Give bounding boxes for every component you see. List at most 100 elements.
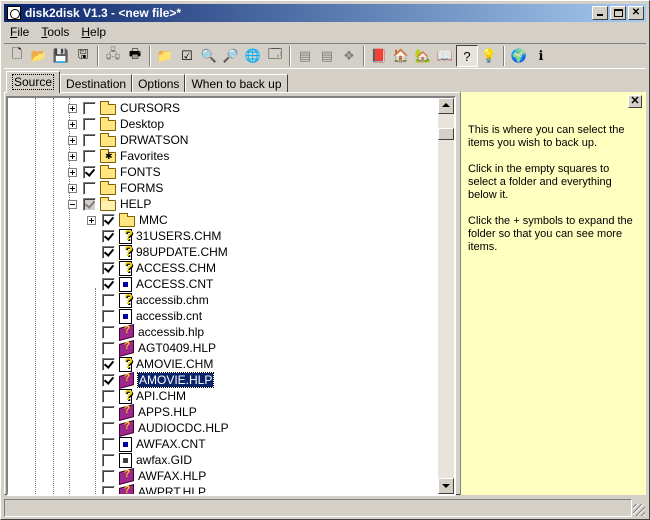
- tree-checkbox[interactable]: [102, 245, 115, 259]
- resize-grip[interactable]: [633, 504, 645, 516]
- disabled-button-2[interactable]: ▤: [316, 45, 338, 67]
- source-tree[interactable]: CURSORS Desktop DRWATSON ✱ Favorites FONTS FOR…: [6, 96, 456, 496]
- check-list-button[interactable]: ☑: [176, 45, 198, 67]
- maximize-button[interactable]: [610, 6, 626, 20]
- tab-when-to-back-up[interactable]: When to back up: [185, 74, 288, 93]
- tree-row[interactable]: AUDIOCDC.HLP: [87, 419, 229, 437]
- home-button[interactable]: 🏠: [390, 45, 412, 67]
- help-close-button[interactable]: ✕: [628, 95, 642, 108]
- tree-row[interactable]: accessib.chm: [87, 291, 209, 308]
- tree-row[interactable]: ACCESS.CHM: [87, 259, 216, 276]
- tree-row[interactable]: AWFAX.CNT: [87, 436, 206, 452]
- tree-row[interactable]: accessib.cnt: [87, 308, 202, 324]
- browse-folder-button[interactable]: 📁: [154, 45, 176, 67]
- tab-options[interactable]: Options: [132, 74, 186, 93]
- tree-checkbox[interactable]: [102, 357, 115, 371]
- close-button[interactable]: ✕: [628, 6, 644, 20]
- disabled-button-3[interactable]: ❖: [338, 45, 360, 67]
- tree-checkbox[interactable]: [102, 469, 115, 483]
- tree-row[interactable]: HELP: [68, 196, 151, 212]
- tree-row[interactable]: AMOVIE.CHM: [87, 355, 213, 372]
- tree-row[interactable]: accessib.hlp: [87, 323, 204, 341]
- tree-checkbox[interactable]: [102, 309, 115, 323]
- website-button[interactable]: 🌍: [508, 45, 530, 67]
- minimize-button[interactable]: [592, 6, 608, 20]
- tree-row[interactable]: FORMS: [68, 180, 163, 196]
- new-file-button[interactable]: 🗋: [6, 45, 28, 67]
- tree-checkbox[interactable]: [102, 437, 115, 451]
- network-button[interactable]: 🖧: [102, 45, 124, 67]
- find-next-button[interactable]: 🔎: [220, 45, 242, 67]
- tree-row[interactable]: AGT0409.HLP: [87, 339, 216, 357]
- tree-checkbox[interactable]: [102, 341, 115, 355]
- expand-icon[interactable]: [87, 215, 96, 225]
- tree-row[interactable]: APPS.HLP: [87, 403, 197, 421]
- tree-row[interactable]: API.CHM: [87, 387, 186, 404]
- tree-checkbox[interactable]: [102, 453, 115, 467]
- find-button[interactable]: 🔍: [198, 45, 220, 67]
- tree-checkbox[interactable]: [102, 229, 115, 243]
- tree-row[interactable]: AMOVIE.HLP: [87, 371, 215, 389]
- menu-file[interactable]: File: [4, 25, 35, 39]
- title-bar[interactable]: disk2disk V1.3 - <new file>* ✕: [4, 4, 646, 22]
- tree-row[interactable]: CURSORS: [68, 100, 180, 116]
- expand-icon[interactable]: [68, 103, 77, 113]
- open-button[interactable]: 📂: [28, 45, 50, 67]
- tree-checkbox[interactable]: [102, 325, 115, 339]
- tree-row[interactable]: ✱ Favorites: [68, 148, 169, 164]
- tree-row[interactable]: ACCESS.CNT: [87, 276, 213, 292]
- tree-checkbox[interactable]: [102, 373, 115, 387]
- tip-button[interactable]: 💡: [478, 45, 500, 67]
- expand-icon[interactable]: [68, 183, 77, 193]
- tree-checkbox[interactable]: [102, 277, 115, 291]
- tree-row[interactable]: FONTS: [68, 164, 161, 180]
- tree-row[interactable]: awfax.GID: [87, 452, 192, 468]
- app-icon[interactable]: [7, 6, 21, 20]
- tree-checkbox[interactable]: [83, 197, 96, 211]
- tree-checkbox[interactable]: [83, 165, 96, 179]
- collapse-icon[interactable]: [68, 199, 77, 209]
- web-button[interactable]: 🌐: [242, 45, 264, 67]
- tree-checkbox[interactable]: [83, 101, 96, 115]
- tree-row[interactable]: Desktop: [68, 116, 164, 132]
- tree-row[interactable]: 31USERS.CHM: [87, 227, 221, 244]
- scroll-down-button[interactable]: [438, 478, 454, 494]
- tree-checkbox[interactable]: [102, 405, 115, 419]
- expand-icon[interactable]: [68, 135, 77, 145]
- tree-checkbox[interactable]: [102, 421, 115, 435]
- home-favorites-button[interactable]: 🏡: [412, 45, 434, 67]
- tab-source[interactable]: Source: [6, 71, 61, 93]
- tree-checkbox[interactable]: [102, 293, 115, 307]
- properties-button[interactable]: 🗔: [264, 45, 286, 67]
- menu-help[interactable]: Help: [75, 25, 112, 39]
- tree-checkbox[interactable]: [83, 149, 96, 163]
- save-as-button[interactable]: 🖫: [72, 45, 94, 67]
- tree-checkbox[interactable]: [102, 389, 115, 403]
- help-book-button[interactable]: 📕: [368, 45, 390, 67]
- tree-row[interactable]: AWFAX.HLP: [87, 467, 206, 485]
- tab-destination[interactable]: Destination: [60, 74, 133, 93]
- about-button[interactable]: ℹ: [530, 45, 552, 67]
- open-book-button[interactable]: 📖: [434, 45, 456, 67]
- print-button[interactable]: 🖶: [124, 45, 146, 67]
- tree-checkbox[interactable]: [102, 485, 115, 494]
- tree-checkbox[interactable]: [83, 181, 96, 195]
- tree-checkbox[interactable]: [83, 117, 96, 131]
- expand-icon[interactable]: [68, 119, 77, 129]
- tree-checkbox[interactable]: [102, 213, 115, 227]
- tree-checkbox[interactable]: [83, 133, 96, 147]
- menu-tools[interactable]: Tools: [35, 25, 75, 39]
- tree-checkbox[interactable]: [102, 261, 115, 275]
- save-button[interactable]: 💾: [50, 45, 72, 67]
- tree-row[interactable]: DRWATSON: [68, 132, 188, 148]
- disabled-button-1[interactable]: ▤: [294, 45, 316, 67]
- help-document-icon: [119, 243, 133, 260]
- help-toggle-button[interactable]: ?: [456, 45, 478, 67]
- tree-row[interactable]: AWPRT.HLP: [87, 483, 206, 494]
- expand-icon[interactable]: [68, 151, 77, 161]
- scroll-thumb[interactable]: [438, 128, 454, 140]
- tree-vertical-scrollbar[interactable]: [438, 98, 454, 494]
- tree-row[interactable]: 98UPDATE.CHM: [87, 243, 228, 260]
- expand-icon[interactable]: [68, 167, 77, 177]
- scroll-up-button[interactable]: [438, 98, 454, 114]
